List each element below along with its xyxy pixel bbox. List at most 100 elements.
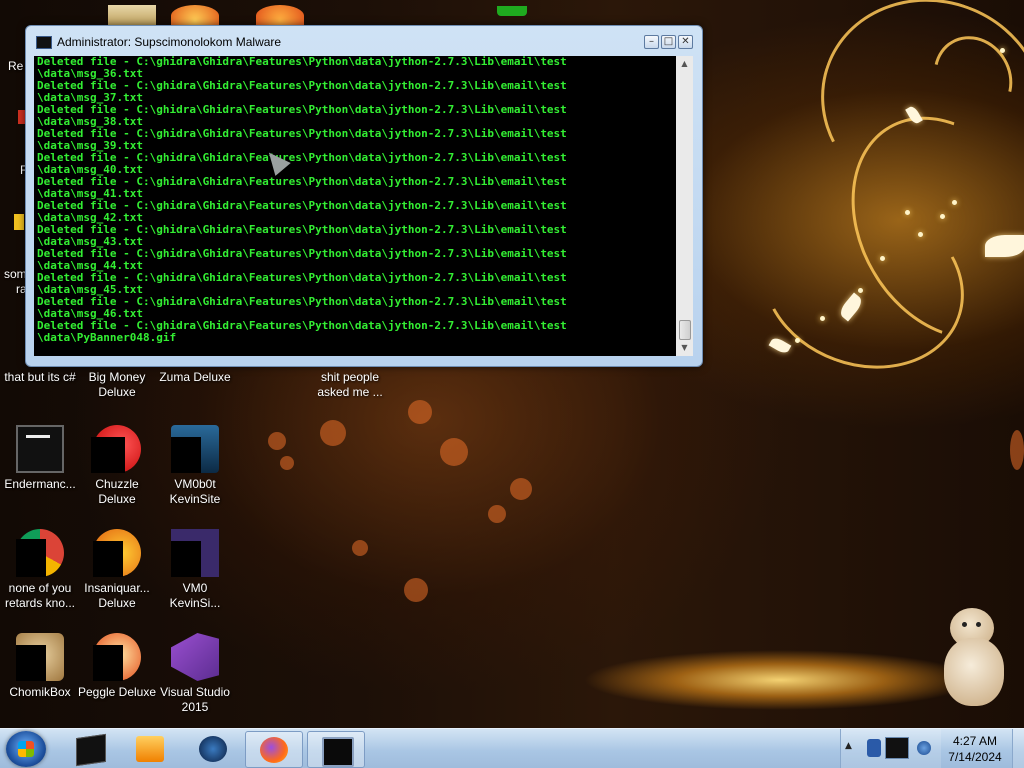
desktop-icon-chuzzle-deluxe[interactable]: Chuzzle Deluxe	[77, 425, 157, 507]
desktop-icon-chomikbox[interactable]: ChomikBox	[0, 633, 80, 700]
wallpaper-leaf	[768, 335, 792, 356]
desktop-icon-peggle-deluxe[interactable]: Peggle Deluxe	[77, 633, 157, 700]
wallpaper-sparkle	[880, 256, 885, 261]
scroll-down-arrow-icon[interactable]: ▼	[676, 340, 693, 356]
start-button[interactable]	[6, 731, 46, 767]
desktop-icon-none-of-you[interactable]: none of you retards kno...	[0, 529, 80, 611]
icon-label: Peggle Deluxe	[77, 685, 157, 699]
icon-label: ChomikBox	[9, 685, 71, 699]
taskbar: ▲ 4:27 AM 7/14/2024	[0, 728, 1024, 768]
recycle-bin-label[interactable]: Re	[8, 59, 23, 73]
wallpaper-sparkle	[858, 288, 863, 293]
wallpaper-sparkle	[1000, 48, 1005, 53]
wallpaper-bokeh	[440, 438, 468, 466]
desktop: Re F som ra that but its c# Big Money De…	[0, 0, 1024, 768]
window-title: Administrator: Supscimonolokom Malware	[57, 35, 282, 49]
icon-label: none of you	[8, 581, 72, 595]
windows-logo-icon	[18, 741, 34, 757]
partial-icon-yellow[interactable]	[14, 214, 24, 230]
wallpaper-sparkle	[940, 214, 945, 219]
chrome-icon	[16, 529, 64, 577]
hamster-mascot[interactable]	[944, 608, 1006, 708]
console-text: Deleted file - C:\ghidra\Ghidra\Features…	[34, 56, 676, 344]
desktop-icon-zuma-deluxe[interactable]: Zuma Deluxe	[155, 370, 235, 385]
icon-label: VM0	[182, 581, 208, 595]
terminal-icon	[16, 425, 64, 473]
icon-label: KevinSi...	[169, 596, 221, 610]
clock-date: 7/14/2024	[948, 750, 1002, 764]
taskbar-item-console[interactable]	[62, 731, 118, 767]
wallpaper-bokeh	[320, 420, 346, 446]
chuzzle-icon	[91, 425, 141, 473]
wallpaper-bokeh	[488, 505, 506, 523]
console-icon	[76, 733, 106, 767]
icon-label: Chuzzle	[95, 477, 139, 491]
tray-network-icon[interactable]	[917, 741, 931, 755]
desktop-icon-that-but-its-csharp[interactable]: that but its c#	[0, 370, 80, 385]
desktop-icon-big-money-deluxe[interactable]: Big Money Deluxe	[77, 370, 157, 400]
visual-studio-icon	[171, 633, 219, 681]
desktop-icon-vm0b0t-kevinsite[interactable]: VM0b0t KevinSite	[155, 425, 235, 507]
wallpaper-sparkle	[905, 210, 910, 215]
wallpaper-bokeh	[404, 578, 428, 602]
console-active-icon	[322, 737, 354, 767]
show-hidden-icons-button[interactable]: ▲	[845, 741, 852, 751]
vertical-scrollbar[interactable]: ▲ ▼	[676, 56, 693, 356]
icon-label: 2015	[181, 700, 209, 714]
taskbar-item-firefox[interactable]	[245, 731, 303, 768]
close-button[interactable]: ✕	[678, 35, 693, 49]
clock[interactable]: 4:27 AM 7/14/2024	[940, 733, 1010, 765]
wallpaper-sparkle	[952, 200, 957, 205]
console-window-icon	[36, 36, 52, 49]
vm-globe-icon	[199, 736, 227, 762]
tray-monitor-icon[interactable]	[885, 737, 909, 759]
taskbar-item-media-player[interactable]	[122, 731, 178, 766]
icon-label: KevinSite	[169, 492, 221, 506]
wallpaper-bokeh	[408, 400, 432, 424]
media-player-icon	[136, 736, 164, 762]
wallpaper-bokeh	[1010, 430, 1024, 470]
console-window[interactable]: Administrator: Supscimonolokom Malware –…	[25, 25, 703, 367]
scroll-up-arrow-icon[interactable]: ▲	[676, 56, 693, 72]
wallpaper-sparkle	[795, 338, 800, 343]
top-indicator-icon	[497, 6, 527, 16]
show-desktop-button[interactable]	[1012, 729, 1024, 768]
icon-label: shit people	[320, 370, 380, 384]
wallpaper-bokeh	[280, 456, 294, 470]
desktop-icon-endermanch[interactable]: Endermanc...	[0, 425, 80, 492]
icon-label: Deluxe	[98, 385, 136, 399]
firefox-icon	[260, 737, 288, 763]
icon-label: Deluxe	[98, 596, 136, 610]
taskbar-item-vm[interactable]	[185, 731, 241, 766]
scroll-thumb[interactable]	[679, 320, 691, 340]
icon-label: Zuma Deluxe	[159, 370, 231, 384]
tray-security-icon[interactable]	[867, 739, 881, 757]
wallpaper-sparkle	[918, 232, 923, 237]
console-output[interactable]: Deleted file - C:\ghidra\Ghidra\Features…	[34, 56, 676, 356]
file-icon	[171, 529, 219, 577]
desktop-icon-insaniquarium-deluxe[interactable]: Insaniquar... Deluxe	[77, 529, 157, 611]
clock-time: 4:27 AM	[952, 734, 998, 748]
icon-label: Visual Studio	[160, 685, 230, 699]
desktop-icon-vm0-kevinsite[interactable]: VM0 KevinSi...	[155, 529, 235, 611]
vm-icon	[171, 425, 219, 473]
taskbar-item-console-active[interactable]	[307, 731, 365, 768]
app-icon	[256, 5, 304, 27]
minimize-button[interactable]: –	[644, 35, 659, 49]
wallpaper-leaf	[985, 235, 1024, 257]
hamster-icon	[16, 633, 64, 681]
fish-icon	[93, 529, 141, 577]
icon-label: asked me ...	[317, 385, 383, 399]
desktop-icon-visual-studio-2015[interactable]: Visual Studio 2015	[155, 633, 235, 715]
system-tray: ▲	[840, 729, 941, 768]
maximize-button[interactable]: □	[661, 35, 676, 49]
icon-label: that but its c#	[4, 370, 76, 384]
icon-label: retards kno...	[4, 596, 76, 610]
window-titlebar[interactable]: Administrator: Supscimonolokom Malware –…	[26, 26, 702, 56]
wallpaper-bokeh	[268, 432, 286, 450]
app-icon	[171, 5, 219, 27]
partial-label-som[interactable]: som	[4, 267, 27, 281]
wallpaper-sparkle	[820, 316, 825, 321]
desktop-icon-shit-people[interactable]: shit people asked me ...	[310, 370, 390, 400]
wallpaper-bokeh	[352, 540, 368, 556]
